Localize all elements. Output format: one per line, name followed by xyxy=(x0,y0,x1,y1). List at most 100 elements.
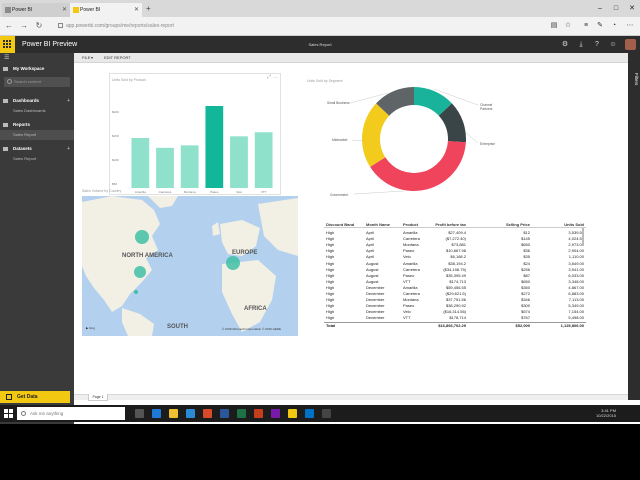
table-row: High December VTT $178,714 $767 5,498.00 xyxy=(324,315,586,321)
donut-leader-line xyxy=(465,132,479,144)
browser-tab-1-label: Power BI xyxy=(12,7,33,13)
map-label-north-america: NORTH AMERICA xyxy=(122,253,173,259)
x-tick-label: Amarilla xyxy=(135,190,146,194)
cortana-search-input[interactable]: Ask me anything xyxy=(17,407,125,420)
close-window-button[interactable]: ✕ xyxy=(624,0,640,17)
word-icon[interactable] xyxy=(220,409,229,418)
donut-label: Midmarket xyxy=(332,138,348,142)
table-cell: Selling Price xyxy=(505,222,530,227)
map-attribution: © 2015 Microsoft Corporation © 2015 HERE xyxy=(222,327,281,331)
map-label-africa: AFRICA xyxy=(244,306,267,312)
table-cell: $178,714 xyxy=(449,315,466,321)
forward-arrow-icon[interactable]: → xyxy=(18,20,30,32)
nav-dashboards[interactable]: Dashboards + xyxy=(0,96,74,106)
refresh-icon[interactable]: ↻ xyxy=(33,20,45,32)
hub-icon[interactable]: ≡ xyxy=(580,20,592,32)
map-visual[interactable]: NORTH AMERICA EUROPE AFRICA SOUTH ▶ bing… xyxy=(82,196,298,336)
table-visual[interactable]: Discount Band Month Name Product Profit bef… xyxy=(324,222,592,342)
powerbi-header: Power BI Preview Sales Report ⚙ ⤓ ? ☺ xyxy=(0,36,640,53)
nav-dashboard-item[interactable]: Sales Dashboards xyxy=(0,106,74,116)
chevron-down-icon: ▾ xyxy=(91,55,94,60)
minimize-button[interactable]: – xyxy=(592,0,608,17)
nav-datasets-label: Datasets xyxy=(13,146,32,151)
table-cell: $16,893,702.29 xyxy=(438,323,466,328)
bar-vtt[interactable] xyxy=(254,132,273,188)
page-tab-1[interactable]: Page 1 xyxy=(88,394,108,401)
search-input[interactable]: Search content xyxy=(4,77,70,87)
edge-browser-icon[interactable] xyxy=(152,409,161,418)
lock-icon xyxy=(58,23,63,29)
browser-tab-2[interactable]: Power BI ✕ xyxy=(70,3,142,17)
outlook-icon[interactable] xyxy=(305,409,314,418)
report-icon xyxy=(3,123,8,127)
person-icon xyxy=(3,67,8,71)
share-icon[interactable]: ◔ xyxy=(608,20,620,32)
notes-icon[interactable]: ✎ xyxy=(594,20,606,32)
address-input[interactable]: app.powerbi.com/groups/me/reports/sales-… xyxy=(58,21,174,32)
donut-slice-government[interactable] xyxy=(370,141,466,192)
file-explorer-icon[interactable] xyxy=(169,409,178,418)
bar-montana[interactable] xyxy=(180,145,199,188)
excel-icon[interactable] xyxy=(237,409,246,418)
nav-datasets[interactable]: Datasets + xyxy=(0,144,74,154)
bar-amarilla[interactable] xyxy=(131,137,150,188)
get-data-button[interactable]: Get Data xyxy=(0,391,70,403)
reading-view-icon[interactable]: ▤ xyxy=(548,20,560,32)
close-tab-icon[interactable]: ✕ xyxy=(62,3,67,17)
feedback-smiley-icon[interactable]: ☺ xyxy=(606,36,620,53)
nav-dataset-item[interactable]: Sales Report xyxy=(0,154,74,164)
table-scrollbar[interactable] xyxy=(582,228,584,246)
donut-label: Enterprise xyxy=(480,142,496,146)
donut-chart-plot xyxy=(349,87,479,195)
app-icon-2[interactable] xyxy=(322,409,331,418)
onenote-icon[interactable] xyxy=(271,409,280,418)
app-launcher-icon[interactable] xyxy=(0,36,15,53)
filters-pane[interactable]: Filters xyxy=(628,53,640,400)
app-icon[interactable] xyxy=(203,409,212,418)
table-cell: 1,125,806.00 xyxy=(560,323,584,328)
get-data-icon xyxy=(6,394,12,400)
address-text: app.powerbi.com/groups/me/reports/sales-… xyxy=(66,23,174,29)
bar-chart-visual[interactable]: Units Sold by Product ⤢ … $200 $150 $100… xyxy=(109,73,281,195)
windows-start-icon[interactable] xyxy=(4,409,13,418)
add-icon[interactable]: + xyxy=(67,96,70,106)
settings-gear-icon[interactable]: ⚙ xyxy=(558,36,572,53)
x-tick-label: Velo xyxy=(236,190,242,194)
nav-report-item[interactable]: Sales Report xyxy=(0,130,74,140)
donut-chart-visual[interactable]: Channel Partners Enterprise Government M… xyxy=(294,81,496,203)
file-menu[interactable]: FILE xyxy=(82,53,90,63)
maximize-button[interactable]: □ xyxy=(608,0,624,17)
help-icon[interactable]: ? xyxy=(590,36,604,53)
search-placeholder: Search content xyxy=(14,79,41,84)
edit-report-button[interactable]: EDIT REPORT xyxy=(104,53,131,63)
donut-leader-line xyxy=(353,190,405,195)
avatar[interactable] xyxy=(625,39,636,50)
my-workspace[interactable]: My Workspace xyxy=(0,64,74,74)
more-icon[interactable]: ⋯ xyxy=(624,20,636,32)
map-title: Sales Volume by Country xyxy=(82,189,122,193)
bar-velo[interactable] xyxy=(230,136,248,188)
close-tab-icon[interactable]: ✕ xyxy=(134,3,139,17)
store-icon[interactable] xyxy=(186,409,195,418)
table-cell: Discount Band xyxy=(326,222,355,227)
task-view-icon[interactable] xyxy=(135,409,144,418)
bar-paseo[interactable] xyxy=(205,106,224,188)
filters-label: Filters xyxy=(634,73,639,86)
taskbar-clock[interactable]: 3:41 PM 10/22/2015 xyxy=(596,408,616,418)
new-tab-button[interactable]: + xyxy=(146,3,151,15)
bar-carretera[interactable] xyxy=(156,147,174,188)
app-title: Power BI Preview xyxy=(22,41,78,48)
nav-dashboards-label: Dashboards xyxy=(13,98,40,103)
powerpoint-icon[interactable] xyxy=(254,409,263,418)
taskbar-date: 10/22/2015 xyxy=(596,413,617,418)
back-arrow-icon[interactable]: ← xyxy=(3,20,15,32)
favorite-star-icon[interactable]: ☆ xyxy=(562,20,574,32)
add-icon[interactable]: + xyxy=(67,144,70,154)
table-cell: $52,000 xyxy=(515,323,530,328)
nav-reports[interactable]: Reports xyxy=(0,120,74,130)
powerbi-favicon-icon xyxy=(73,7,79,13)
powerbi-taskbar-icon[interactable] xyxy=(288,409,297,418)
download-icon[interactable]: ⤓ xyxy=(574,36,588,53)
browser-tab-1[interactable]: Power BI ✕ xyxy=(2,3,70,17)
donut-label: Government xyxy=(330,193,349,197)
